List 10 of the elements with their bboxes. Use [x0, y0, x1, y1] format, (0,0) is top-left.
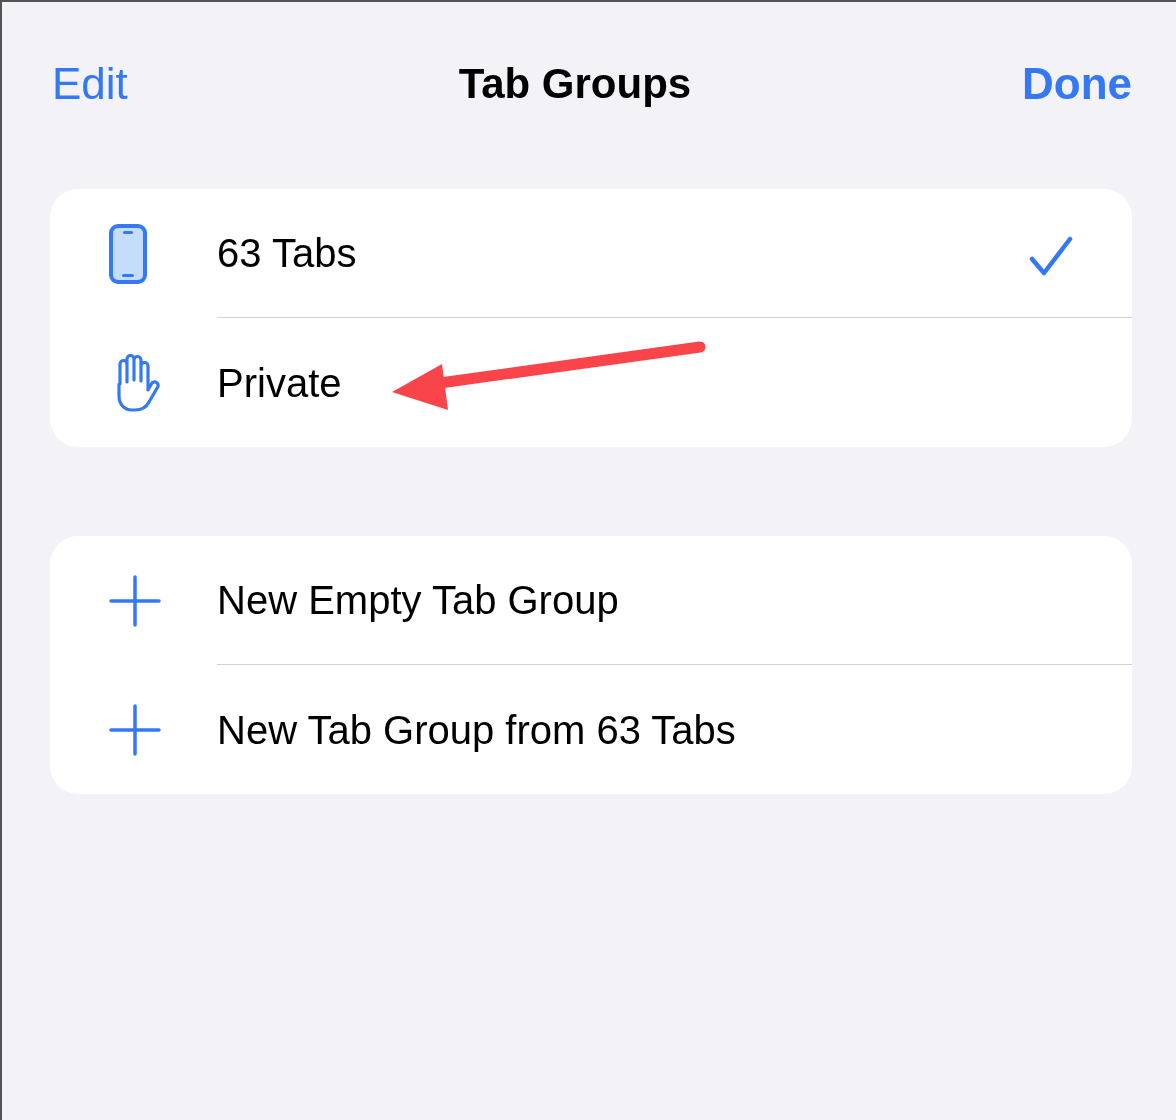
plus-icon: [108, 702, 162, 757]
new-group-row[interactable]: New Empty Tab Group: [50, 536, 1132, 665]
new-group-row[interactable]: New Tab Group from 63 Tabs: [50, 665, 1132, 794]
plus-icon: [108, 573, 162, 628]
tab-group-row[interactable]: 63 Tabs: [50, 189, 1132, 318]
edit-button[interactable]: Edit: [52, 50, 128, 117]
done-button[interactable]: Done: [1022, 50, 1132, 117]
window-title: Tab Groups: [458, 59, 692, 109]
tab-group-row[interactable]: Private: [50, 318, 1132, 447]
phone-icon: [108, 222, 148, 285]
